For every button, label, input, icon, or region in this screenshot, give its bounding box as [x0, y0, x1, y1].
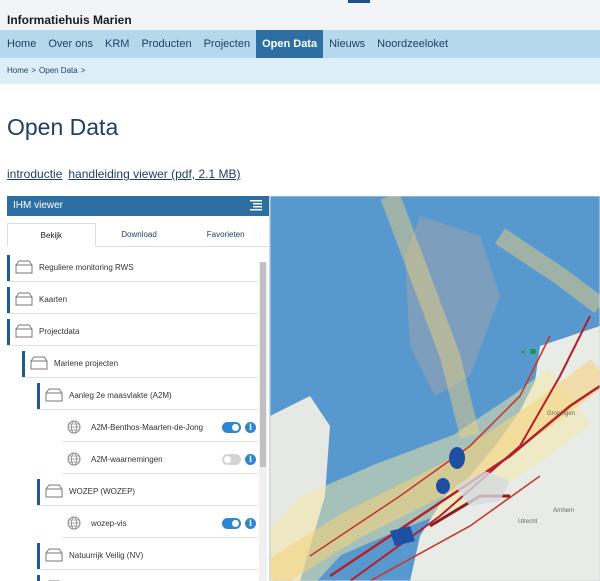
tree-layer-row[interactable]: wozep-vis i: [62, 509, 258, 538]
tree-item-label: wozep-vis: [91, 518, 127, 528]
viewer-header: IHM viewer: [7, 196, 269, 216]
folder-icon: [45, 388, 63, 402]
tree-folder-row[interactable]: Kaarten: [7, 285, 258, 314]
folder-indicator: [37, 383, 40, 409]
tree-item-label: Reguliere monitoring RWS: [39, 262, 134, 272]
folder-icon: [45, 484, 63, 498]
tree-folder-row[interactable]: Aanleg 2e maasvlakte (A2M): [37, 381, 258, 410]
info-icon[interactable]: i: [245, 518, 256, 529]
folder-indicator: [22, 351, 25, 377]
top-accent-marker: [348, 0, 370, 3]
site-title[interactable]: Informatiehuis Marien: [7, 13, 132, 27]
map-label-groningen: Groningen: [547, 411, 576, 417]
main-nav: Home Over ons KRM Producten Projecten Open Da…: [0, 30, 600, 58]
viewer-panel: IHM viewer Bekijk Download Favorieten Re…: [7, 196, 270, 581]
toggle-knob: [232, 424, 239, 431]
viewer-title: IHM viewer: [13, 200, 64, 211]
tab-download[interactable]: Download: [96, 223, 183, 246]
layer-toggle[interactable]: [222, 454, 241, 465]
tree-folder-row[interactable]: Reguliere monitoring RWS: [7, 253, 258, 282]
tab-favorieten[interactable]: Favorieten: [182, 223, 269, 246]
nav-item-home[interactable]: Home: [0, 30, 42, 58]
nav-item-krm[interactable]: KRM: [99, 30, 135, 58]
folder-icon: [15, 292, 33, 306]
top-bar: Informatiehuis Marien: [0, 0, 600, 30]
folder-indicator: [37, 575, 40, 581]
doc-links: introductie handleiding viewer (pdf, 2.1…: [7, 167, 240, 181]
folder-icon: [15, 324, 33, 338]
breadcrumb-home[interactable]: Home: [7, 58, 28, 84]
folder-indicator: [7, 255, 10, 281]
scrollbar-thumb[interactable]: [260, 262, 266, 467]
globe-icon: [67, 516, 81, 530]
tree-folder-row[interactable]: Natuurrijk Veilig (NV): [37, 541, 258, 570]
map-label-utrecht: Utrecht: [518, 519, 538, 525]
folder-indicator: [7, 287, 10, 313]
layer-toggle[interactable]: [222, 422, 241, 433]
tree-folder-row[interactable]: [37, 573, 258, 581]
page-title: Open Data: [7, 114, 119, 140]
tree-item-label: Kaarten: [39, 294, 68, 304]
globe-icon: [67, 452, 81, 466]
layer-tree: Reguliere monitoring RWS Kaarten Projectda…: [7, 253, 258, 581]
toggle-knob: [224, 456, 231, 463]
nav-item-noordzeeloket[interactable]: Noordzeeloket: [371, 30, 454, 58]
nav-item-projecten[interactable]: Projecten: [198, 30, 256, 58]
layer-menu-icon[interactable]: [250, 200, 262, 211]
toggle-knob: [232, 520, 239, 527]
map-label-arnhem: Arnhem: [553, 508, 575, 514]
tree-folder-row[interactable]: Mariene projecten: [22, 349, 258, 378]
folder-indicator: [7, 319, 10, 345]
nav-item-nieuws[interactable]: Nieuws: [323, 30, 371, 58]
tree-item-label: Aanleg 2e maasvlakte (A2M): [69, 390, 172, 400]
folder-indicator: [37, 479, 40, 505]
tree-item-label: A2M-Benthos-Maarten-de-Jong: [91, 422, 204, 432]
info-icon[interactable]: i: [245, 422, 256, 433]
folder-icon: [15, 260, 33, 274]
map-view[interactable]: Groningen Utrecht Arnhem: [270, 196, 600, 581]
tree-item-label: A2M-waarnemingen: [91, 454, 163, 464]
nav-item-open-data[interactable]: Open Data: [256, 30, 324, 58]
globe-icon: [67, 420, 81, 434]
layer-toggle[interactable]: [222, 518, 241, 529]
tree-layer-row[interactable]: A2M-Benthos-Maarten-de-Jong i: [62, 413, 258, 442]
nav-item-producten[interactable]: Producten: [135, 30, 197, 58]
tree-folder-row[interactable]: Projectdata: [7, 317, 258, 346]
tree-item-label: Natuurrijk Veilig (NV): [69, 550, 144, 560]
tab-bekijk[interactable]: Bekijk: [7, 223, 96, 247]
tree-folder-row[interactable]: WOZEP (WOZEP): [37, 477, 258, 506]
nav-item-over-ons[interactable]: Over ons: [42, 30, 99, 58]
tree-item-label: WOZEP (WOZEP): [69, 486, 136, 496]
folder-icon: [45, 548, 63, 562]
breadcrumb: Home > Open Data >: [0, 58, 600, 84]
folder-indicator: [37, 543, 40, 569]
tree-layer-row[interactable]: A2M-waarnemingen i: [62, 445, 258, 474]
folder-icon: [30, 356, 48, 370]
tree-item-label: Projectdata: [39, 326, 80, 336]
tree-item-label: Mariene projecten: [54, 358, 119, 368]
breadcrumb-current: Open Data: [39, 66, 78, 75]
breadcrumb-separator: >: [80, 66, 86, 75]
breadcrumb-separator: >: [31, 66, 37, 75]
tree-scrollbar[interactable]: [259, 262, 267, 581]
intro-link[interactable]: introductie: [7, 167, 62, 181]
map-canvas[interactable]: [270, 196, 600, 581]
info-icon[interactable]: i: [245, 454, 256, 465]
manual-link[interactable]: handleiding viewer (pdf, 2.1 MB): [68, 167, 240, 181]
viewer-tabs: Bekijk Download Favorieten: [7, 223, 269, 247]
